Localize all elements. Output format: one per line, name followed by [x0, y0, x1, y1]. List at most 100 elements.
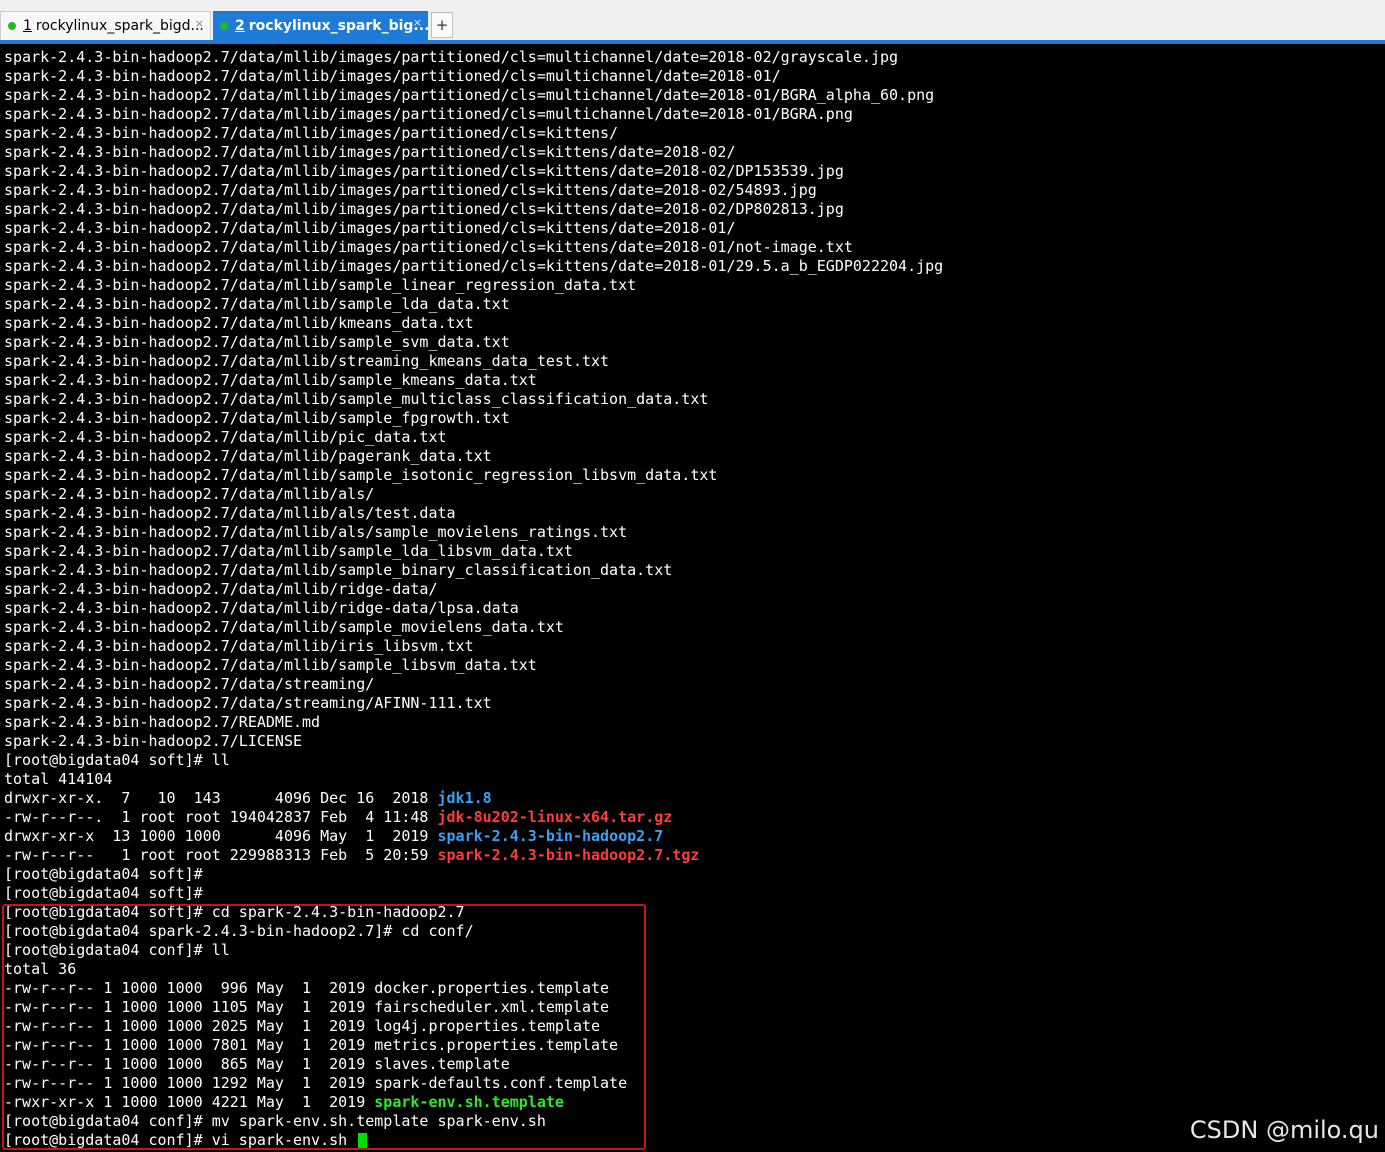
line-text: spark-2.4.3-bin-hadoop2.7/data/mllib/ima…	[4, 257, 944, 275]
line-text: spark-2.4.3-bin-hadoop2.7/README.md	[4, 713, 321, 731]
new-tab-button[interactable]: +	[431, 12, 453, 38]
terminal-line: spark-2.4.3-bin-hadoop2.7/data/mllib/ima…	[4, 67, 943, 86]
terminal-line: spark-2.4.3-bin-hadoop2.7/data/mllib/ima…	[4, 238, 943, 257]
line-text: spark-2.4.3-bin-hadoop2.7/data/mllib/ima…	[4, 86, 935, 104]
tab-number: 2	[235, 17, 245, 34]
terminal-line: spark-2.4.3-bin-hadoop2.7/data/mllib/iri…	[4, 637, 943, 656]
archive-name: jdk-8u202-linux-x64.tar.gz	[437, 808, 673, 826]
line-text: spark-2.4.3-bin-hadoop2.7/data/mllib/ima…	[4, 181, 817, 199]
line-text: spark-2.4.3-bin-hadoop2.7/data/mllib/ima…	[4, 162, 844, 180]
terminal-line: total 414104	[4, 770, 943, 789]
line-text: spark-2.4.3-bin-hadoop2.7/data/mllib/iri…	[4, 637, 474, 655]
line-text: spark-2.4.3-bin-hadoop2.7/data/mllib/sam…	[4, 656, 537, 674]
line-text: spark-2.4.3-bin-hadoop2.7/data/mllib/ima…	[4, 200, 844, 218]
line-text: spark-2.4.3-bin-hadoop2.7/data/mllib/als…	[4, 485, 375, 503]
tab-label: rockylinux_spark_big...	[248, 17, 428, 34]
terminal-line: spark-2.4.3-bin-hadoop2.7/data/streaming…	[4, 694, 943, 713]
tab-session-1[interactable]: 1 rockylinux_spark_bigd... ×	[0, 11, 211, 40]
line-text: drwxr-xr-x 13 1000 1000 4096 May 1 2019	[4, 827, 438, 845]
terminal-line: spark-2.4.3-bin-hadoop2.7/data/mllib/sam…	[4, 618, 943, 637]
line-text: -rw-r--r-- 1 root root 229988313 Feb 5 2…	[4, 846, 438, 864]
terminal-line: spark-2.4.3-bin-hadoop2.7/data/mllib/sam…	[4, 295, 943, 314]
terminal-line: spark-2.4.3-bin-hadoop2.7/data/mllib/ima…	[4, 48, 943, 67]
line-text: spark-2.4.3-bin-hadoop2.7/data/mllib/sam…	[4, 333, 510, 351]
terminal-line: spark-2.4.3-bin-hadoop2.7/data/mllib/ima…	[4, 105, 943, 124]
terminal-line: spark-2.4.3-bin-hadoop2.7/data/mllib/sam…	[4, 409, 943, 428]
terminal-line: spark-2.4.3-bin-hadoop2.7/data/mllib/sam…	[4, 466, 943, 485]
line-text: spark-2.4.3-bin-hadoop2.7/data/mllib/rid…	[4, 599, 519, 617]
line-text: spark-2.4.3-bin-hadoop2.7/data/mllib/sam…	[4, 542, 573, 560]
terminal-line: spark-2.4.3-bin-hadoop2.7/data/mllib/ima…	[4, 86, 943, 105]
line-text: spark-2.4.3-bin-hadoop2.7/data/mllib/als…	[4, 523, 628, 541]
terminal-line: spark-2.4.3-bin-hadoop2.7/data/streaming…	[4, 675, 943, 694]
terminal-line: spark-2.4.3-bin-hadoop2.7/data/mllib/sam…	[4, 390, 943, 409]
line-text: spark-2.4.3-bin-hadoop2.7/data/mllib/ima…	[4, 219, 736, 237]
line-text: spark-2.4.3-bin-hadoop2.7/data/mllib/sam…	[4, 561, 673, 579]
line-text: spark-2.4.3-bin-hadoop2.7/data/streaming…	[4, 694, 492, 712]
line-text: spark-2.4.3-bin-hadoop2.7/data/mllib/pic…	[4, 428, 447, 446]
watermark: CSDN @milo.qu	[1189, 1116, 1379, 1144]
connected-status-icon	[8, 22, 16, 30]
terminal-line: drwxr-xr-x. 7 10 143 4096 Dec 16 2018 jd…	[4, 789, 943, 808]
terminal-line: spark-2.4.3-bin-hadoop2.7/data/mllib/kme…	[4, 314, 943, 333]
line-text: spark-2.4.3-bin-hadoop2.7/data/mllib/sam…	[4, 371, 537, 389]
terminal-line: spark-2.4.3-bin-hadoop2.7/data/mllib/pag…	[4, 447, 943, 466]
close-tab-icon[interactable]: ×	[413, 16, 422, 29]
line-text: spark-2.4.3-bin-hadoop2.7/data/mllib/sam…	[4, 295, 510, 313]
terminal-line: spark-2.4.3-bin-hadoop2.7/data/mllib/pic…	[4, 428, 943, 447]
terminal-line: spark-2.4.3-bin-hadoop2.7/data/mllib/sam…	[4, 333, 943, 352]
terminal-line: spark-2.4.3-bin-hadoop2.7/data/mllib/ima…	[4, 257, 943, 276]
terminal-line: [root@bigdata04 soft]#	[4, 884, 943, 903]
tab-label: rockylinux_spark_bigd...	[35, 18, 204, 34]
line-text: spark-2.4.3-bin-hadoop2.7/data/mllib/sam…	[4, 618, 564, 636]
line-text: spark-2.4.3-bin-hadoop2.7/data/mllib/als…	[4, 504, 456, 522]
line-text: spark-2.4.3-bin-hadoop2.7/data/mllib/ima…	[4, 105, 853, 123]
line-text: spark-2.4.3-bin-hadoop2.7/data/mllib/str…	[4, 352, 610, 370]
terminal-line: spark-2.4.3-bin-hadoop2.7/data/mllib/ima…	[4, 200, 943, 219]
terminal-line: spark-2.4.3-bin-hadoop2.7/data/mllib/als…	[4, 485, 943, 504]
line-text: spark-2.4.3-bin-hadoop2.7/data/mllib/pag…	[4, 447, 492, 465]
terminal-line: -rw-r--r--. 1 root root 194042837 Feb 4 …	[4, 808, 943, 827]
line-text: drwxr-xr-x. 7 10 143 4096 Dec 16 2018	[4, 789, 438, 807]
line-text: spark-2.4.3-bin-hadoop2.7/data/mllib/sam…	[4, 409, 510, 427]
terminal-line: spark-2.4.3-bin-hadoop2.7/data/mllib/als…	[4, 523, 943, 542]
terminal-line: [root@bigdata04 soft]# ll	[4, 751, 943, 770]
line-text: spark-2.4.3-bin-hadoop2.7/data/mllib/rid…	[4, 580, 438, 598]
terminal-line: spark-2.4.3-bin-hadoop2.7/data/mllib/str…	[4, 352, 943, 371]
terminal-line: spark-2.4.3-bin-hadoop2.7/data/mllib/sam…	[4, 542, 943, 561]
line-text: spark-2.4.3-bin-hadoop2.7/data/mllib/sam…	[4, 276, 637, 294]
line-text: spark-2.4.3-bin-hadoop2.7/data/mllib/ima…	[4, 48, 899, 66]
line-text: -rw-r--r--. 1 root root 194042837 Feb 4 …	[4, 808, 438, 826]
line-text: [root@bigdata04 soft]#	[4, 865, 203, 883]
terminal-line: spark-2.4.3-bin-hadoop2.7/data/mllib/ima…	[4, 219, 943, 238]
terminal-line: spark-2.4.3-bin-hadoop2.7/data/mllib/sam…	[4, 561, 943, 580]
tab-bar: 1 rockylinux_spark_bigd... × 2 rockylinu…	[0, 0, 1385, 40]
line-text: spark-2.4.3-bin-hadoop2.7/data/mllib/ima…	[4, 67, 781, 85]
terminal-line: spark-2.4.3-bin-hadoop2.7/README.md	[4, 713, 943, 732]
terminal-line: spark-2.4.3-bin-hadoop2.7/LICENSE	[4, 732, 943, 751]
line-text: [root@bigdata04 soft]#	[4, 884, 203, 902]
terminal-line: spark-2.4.3-bin-hadoop2.7/data/mllib/ima…	[4, 143, 943, 162]
annotation-highlight-box	[2, 904, 646, 1150]
terminal-line: spark-2.4.3-bin-hadoop2.7/data/mllib/ima…	[4, 181, 943, 200]
tab-number: 1	[23, 18, 32, 34]
terminal-line: spark-2.4.3-bin-hadoop2.7/data/mllib/sam…	[4, 371, 943, 390]
connected-status-icon	[220, 21, 228, 30]
archive-name: spark-2.4.3-bin-hadoop2.7.tgz	[437, 846, 700, 864]
tab-session-2[interactable]: 2 rockylinux_spark_big... ×	[213, 11, 428, 40]
line-text: spark-2.4.3-bin-hadoop2.7/data/mllib/ima…	[4, 124, 619, 142]
line-text: spark-2.4.3-bin-hadoop2.7/data/mllib/kme…	[4, 314, 474, 332]
terminal-output[interactable]: spark-2.4.3-bin-hadoop2.7/data/mllib/ima…	[0, 44, 1385, 1152]
line-text: total 414104	[4, 770, 113, 788]
line-text: spark-2.4.3-bin-hadoop2.7/LICENSE	[4, 732, 303, 750]
terminal-line: -rw-r--r-- 1 root root 229988313 Feb 5 2…	[4, 846, 943, 865]
line-text: spark-2.4.3-bin-hadoop2.7/data/mllib/sam…	[4, 466, 718, 484]
terminal-line: spark-2.4.3-bin-hadoop2.7/data/mllib/sam…	[4, 276, 943, 295]
line-text: spark-2.4.3-bin-hadoop2.7/data/mllib/sam…	[4, 390, 709, 408]
directory-name: spark-2.4.3-bin-hadoop2.7	[437, 827, 664, 845]
terminal-line: spark-2.4.3-bin-hadoop2.7/data/mllib/ima…	[4, 124, 943, 143]
terminal-line: spark-2.4.3-bin-hadoop2.7/data/mllib/ima…	[4, 162, 943, 181]
line-text: [root@bigdata04 soft]# ll	[4, 751, 230, 769]
line-text: spark-2.4.3-bin-hadoop2.7/data/mllib/ima…	[4, 238, 853, 256]
close-tab-icon[interactable]: ×	[195, 17, 204, 30]
